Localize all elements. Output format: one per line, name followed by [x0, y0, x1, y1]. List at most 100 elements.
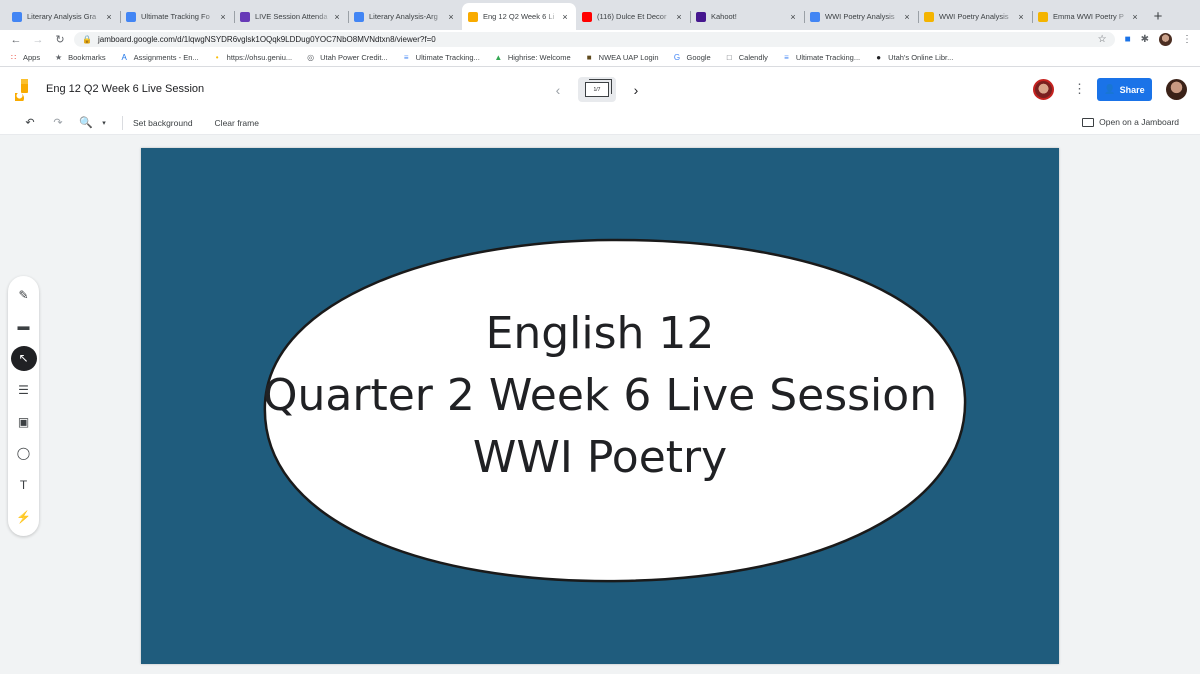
bookmark-label: Apps — [23, 53, 41, 62]
bookmark-item[interactable]: ≡ Ultimate Tracking... — [402, 53, 480, 62]
tab-title: Kahoot! — [711, 12, 737, 21]
highrise-icon: ▲ — [494, 53, 503, 62]
close-tab-icon[interactable]: × — [218, 12, 228, 22]
bookmark-label: Ultimate Tracking... — [415, 53, 480, 62]
browser-tab[interactable]: Eng 12 Q2 Week 6 Li × — [462, 3, 576, 30]
tab-title: WWI Poetry Analysis — [825, 12, 895, 21]
jamboard-logo-icon[interactable] — [15, 79, 31, 101]
bookmark-item[interactable]: ◎ Utah Power Credit... — [306, 53, 388, 62]
set-background-button[interactable]: Set background — [133, 118, 193, 128]
nwea-icon: ■ — [586, 53, 592, 62]
monitor-icon — [1082, 117, 1095, 127]
address-bar[interactable]: 🔒 jamboard.google.com/d/1lqwgNSYDR6vglsk… — [74, 32, 1115, 47]
bookmark-label: Google — [686, 53, 711, 62]
docs-icon — [354, 11, 364, 22]
slide-line-session: Quarter 2 Week 6 Live Session — [262, 370, 938, 421]
sticky-note-icon[interactable]: ☰ — [11, 377, 37, 402]
browser-tab[interactable]: LIVE Session Attenda × — [234, 3, 348, 30]
back-icon[interactable]: ← — [8, 34, 24, 46]
clear-frame-button[interactable]: Clear frame — [215, 118, 259, 128]
eraser-icon[interactable]: ▬ — [11, 314, 37, 339]
account-avatar[interactable] — [1166, 79, 1187, 100]
circle-icon[interactable]: ◯ — [11, 441, 37, 466]
credit-union-icon: ◎ — [307, 53, 315, 62]
forms-icon — [240, 11, 250, 22]
close-tab-icon[interactable]: × — [332, 12, 342, 22]
globe-icon: ● — [876, 53, 882, 62]
new-tab-button[interactable]: + — [1146, 3, 1170, 30]
bookmark-label: Highrise: Welcome — [507, 53, 571, 62]
extension-icon[interactable]: ■ — [1125, 34, 1131, 45]
profile-avatar[interactable] — [1159, 33, 1172, 46]
docs-icon: ≡ — [403, 53, 409, 62]
bookmark-item[interactable]: ≡ Ultimate Tracking... — [782, 53, 860, 62]
textbox-icon[interactable]: T — [11, 473, 37, 498]
zoom-icon[interactable]: 🔍 — [78, 116, 94, 129]
close-tab-icon[interactable]: × — [902, 12, 912, 22]
bookmark-label: Calendly — [738, 53, 768, 62]
close-tab-icon[interactable]: × — [104, 12, 114, 22]
close-tab-icon[interactable]: × — [446, 12, 456, 22]
bookmark-item[interactable]: ▲ Highrise: Welcome — [494, 53, 571, 62]
bookmark-item[interactable]: A Assignments - En... — [120, 53, 198, 62]
bookmark-star-icon[interactable]: ☆ — [1098, 34, 1107, 45]
bookmark-label: Ultimate Tracking... — [795, 53, 861, 62]
browser-tab[interactable]: (116) Dulce Et Decor × — [576, 3, 690, 30]
bookmark-item[interactable]: ■ NWEA UAP Login — [585, 53, 659, 62]
bookmark-item[interactable]: • https://ohsu.geniu... — [213, 53, 292, 62]
jamboard-header: Eng 12 Q2 Week 6 Live Session ‹ 1/7 › ⋮ … — [0, 67, 1200, 111]
browser-tab[interactable]: Emma WWI Poetry P × — [1032, 3, 1146, 30]
more-options-icon[interactable]: ⋮ — [1073, 81, 1086, 97]
bookmark-label: https://ohsu.geniu... — [226, 53, 293, 62]
browser-tab[interactable]: Literary Analysis Gra × — [6, 3, 120, 30]
tab-title: Literary Analysis Gra — [27, 12, 97, 21]
collaborator-avatar[interactable] — [1033, 79, 1054, 100]
share-button[interactable]: 👤 Share — [1097, 78, 1152, 101]
bookmark-item[interactable]: G Google — [673, 53, 711, 62]
calendly-icon: □ — [726, 53, 732, 62]
bookmark-label: Utah Power Credit... — [320, 53, 388, 62]
browser-tab[interactable]: Kahoot! × — [690, 3, 804, 30]
bookmark-label: Utah's Online Libr... — [888, 53, 954, 62]
previous-frame-icon[interactable]: ‹ — [552, 82, 564, 98]
close-tab-icon[interactable]: × — [674, 12, 684, 22]
zoom-dropdown-icon[interactable]: ▾ — [96, 119, 112, 127]
close-tab-icon[interactable]: × — [788, 12, 798, 22]
puzzle-icon[interactable]: ✱ — [1141, 34, 1149, 45]
jam-title[interactable]: Eng 12 Q2 Week 6 Live Session — [46, 83, 204, 95]
bookmark-item[interactable]: ★ Bookmarks — [54, 53, 106, 62]
bookmark-item[interactable]: □ Calendly — [725, 53, 768, 62]
select-icon[interactable]: ↖ — [10, 345, 37, 371]
edit-toolbar: ↶ ↷ 🔍 ▾ Set background Clear frame Open … — [0, 111, 1200, 135]
pen-icon[interactable]: ✎ — [11, 282, 37, 307]
slide-text: English 12 Quarter 2 Week 6 Live Session… — [141, 303, 1059, 489]
next-frame-icon[interactable]: › — [630, 82, 642, 98]
reload-icon[interactable]: ↻ — [52, 33, 68, 46]
browser-tab[interactable]: Ultimate Tracking Fo × — [120, 3, 234, 30]
browser-tab[interactable]: Literary Analysis-Arg × — [348, 3, 462, 30]
close-tab-icon[interactable]: × — [560, 12, 570, 22]
bookmark-item[interactable]: ∷ Apps — [9, 53, 40, 62]
browser-tab[interactable]: WWI Poetry Analysis × — [804, 3, 918, 30]
frame-counter: 1/7 — [585, 79, 612, 97]
close-tab-icon[interactable]: × — [1016, 12, 1026, 22]
open-on-jamboard-label: Open on a Jamboard — [1099, 117, 1179, 127]
laser-icon[interactable]: ⚡ — [11, 504, 37, 529]
tab-title: LIVE Session Attenda — [255, 12, 328, 21]
menu-kebab-icon[interactable]: ⋮ — [1182, 34, 1192, 45]
bookmark-item[interactable]: ● Utah's Online Libr... — [874, 53, 953, 62]
canvas-area: English 12 Quarter 2 Week 6 Live Session… — [0, 135, 1200, 674]
frame-bar-toggle[interactable]: 1/7 — [578, 77, 616, 102]
forward-icon[interactable]: → — [30, 34, 46, 46]
docs-icon — [810, 11, 820, 22]
extensions-area: ■ ✱ ⋮ — [1125, 33, 1192, 46]
jam-frame[interactable]: English 12 Quarter 2 Week 6 Live Session… — [141, 148, 1059, 664]
image-icon[interactable]: ▣ — [11, 409, 37, 434]
redo-icon[interactable]: ↷ — [50, 116, 66, 129]
browser-tab[interactable]: WWI Poetry Analysis × — [918, 3, 1032, 30]
undo-icon[interactable]: ↶ — [22, 116, 38, 129]
lightbulb-icon: • — [215, 53, 219, 62]
url-text[interactable]: jamboard.google.com/d/1lqwgNSYDR6vglsk1O… — [98, 35, 1098, 44]
open-on-jamboard-button[interactable]: Open on a Jamboard — [1082, 117, 1179, 127]
close-tab-icon[interactable]: × — [1130, 12, 1140, 22]
